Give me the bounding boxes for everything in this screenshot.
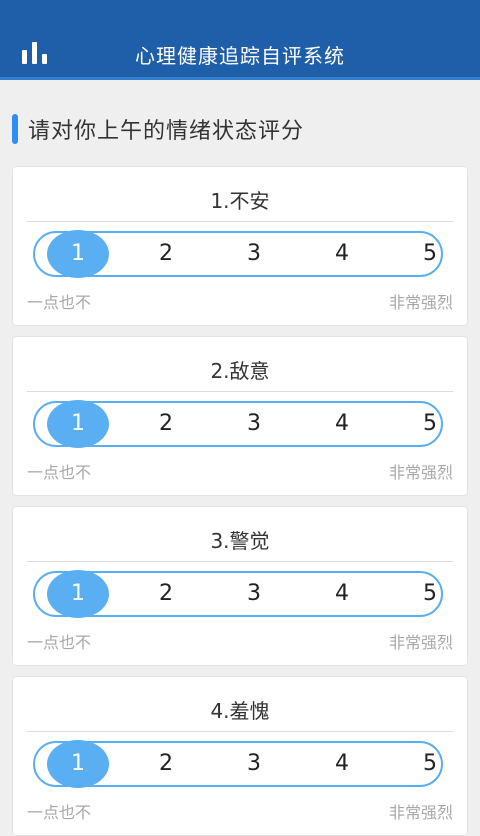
scale-high-label: 非常强烈 [388, 463, 453, 482]
rating-option-3[interactable]: 3 [224, 571, 284, 617]
question-card: 2.敌意 1 2 3 4 5 一点也不 非常强烈 [12, 336, 468, 496]
rating-option-4[interactable]: 4 [312, 571, 372, 617]
section-title: 请对你上午的情绪状态评分 [28, 119, 305, 144]
rating-option-5[interactable]: 5 [400, 571, 460, 617]
rating-option-2[interactable]: 2 [136, 231, 196, 277]
rating-option-2[interactable]: 2 [136, 571, 196, 617]
rating-option-4[interactable]: 4 [312, 401, 372, 447]
rating-option-2[interactable]: 2 [136, 741, 196, 787]
rating-option-5[interactable]: 5 [400, 231, 460, 277]
divider [27, 731, 453, 732]
rating-scale: 12345 [33, 230, 443, 278]
rating-option-1[interactable]: 1 [47, 400, 109, 448]
divider [27, 391, 453, 392]
rating-scale: 12345 [33, 570, 443, 618]
scale-low-label: 一点也不 [27, 633, 92, 652]
rating-option-3[interactable]: 3 [224, 231, 284, 277]
rating-option-1[interactable]: 1 [47, 740, 109, 788]
rating-option-4[interactable]: 4 [312, 231, 372, 277]
scale-low-label: 一点也不 [27, 293, 92, 312]
question-title: 4.羞愧 [210, 699, 270, 723]
rating-option-1[interactable]: 1 [47, 570, 109, 618]
question-card: 1.不安 1 2 3 4 5 一点也不 非常强烈 [12, 166, 468, 326]
divider [27, 561, 453, 562]
rating-scale: 12345 [33, 740, 443, 788]
app-title: 心理健康追踪自评系统 [135, 44, 345, 68]
scale-high-label: 非常强烈 [388, 633, 453, 652]
app-header: 心理健康追踪自评系统 [0, 0, 480, 80]
scale-high-label: 非常强烈 [388, 293, 453, 312]
scale-low-label: 一点也不 [27, 803, 92, 822]
rating-option-3[interactable]: 3 [224, 741, 284, 787]
question-title: 1.不安 [210, 189, 270, 213]
rating-option-1[interactable]: 1 [47, 230, 109, 278]
rating-option-4[interactable]: 4 [312, 741, 372, 787]
scale-high-label: 非常强烈 [388, 803, 453, 822]
question-card: 3.警觉 1 2 3 4 5 一点也不 非常强烈 [12, 506, 468, 666]
rating-option-5[interactable]: 5 [400, 741, 460, 787]
scale-low-label: 一点也不 [27, 463, 92, 482]
section-accent-bar [12, 114, 18, 144]
divider [27, 221, 453, 222]
rating-option-3[interactable]: 3 [224, 401, 284, 447]
question-card: 4.羞愧 1 2 3 4 5 一点也不 非常强烈 [12, 676, 468, 836]
rating-option-5[interactable]: 5 [400, 401, 460, 447]
question-title: 3.警觉 [210, 529, 270, 553]
question-title: 2.敌意 [210, 359, 270, 383]
rating-scale: 12345 [33, 400, 443, 448]
section-heading: 请对你上午的情绪状态评分 [12, 112, 304, 146]
rating-option-2[interactable]: 2 [136, 401, 196, 447]
